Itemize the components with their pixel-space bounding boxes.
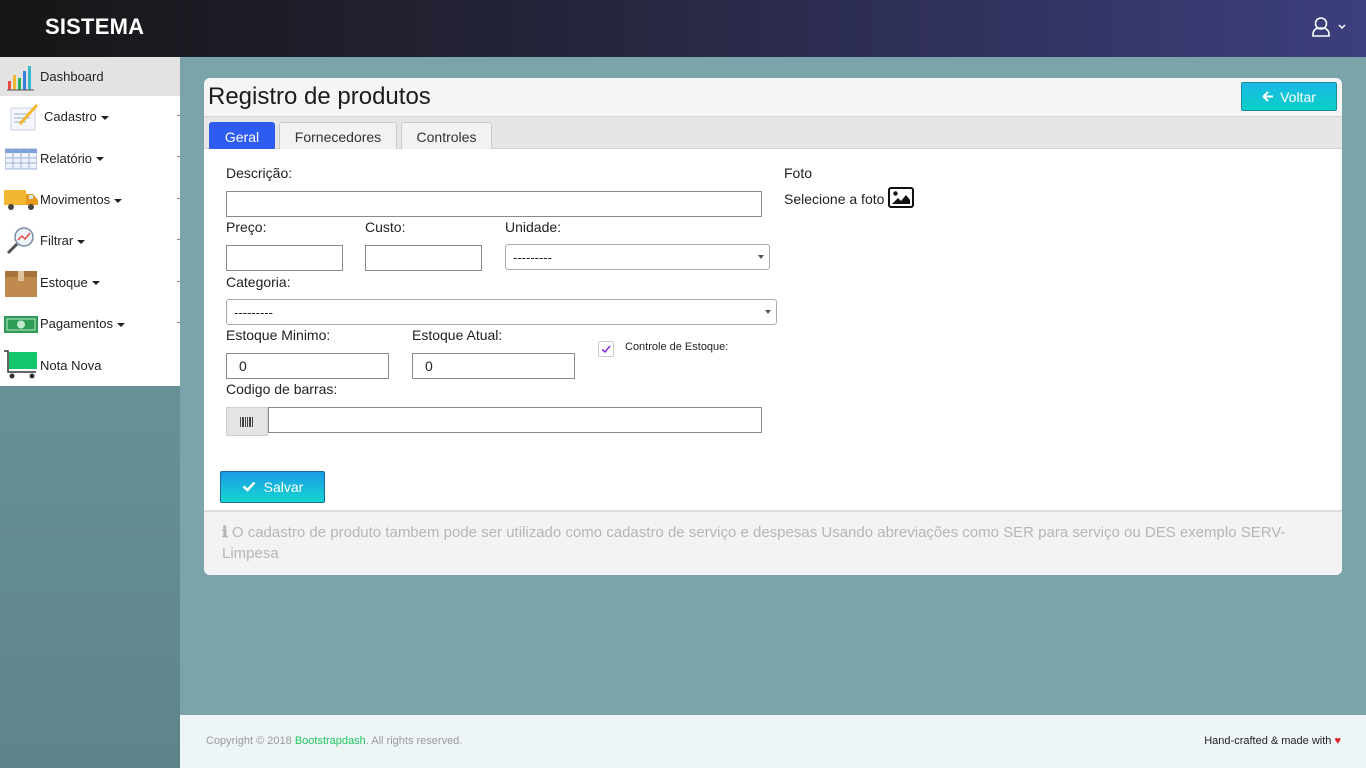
tab-geral[interactable]: Geral (209, 122, 275, 150)
caret-down-icon (117, 322, 125, 327)
tab-fornecedores[interactable]: Fornecedores (279, 122, 397, 150)
unidade-select[interactable]: --------- (505, 244, 770, 270)
sidebar-item-label: Filtrar (40, 233, 86, 248)
categoria-select[interactable]: --------- (226, 299, 777, 325)
controle-estoque-checkbox[interactable] (598, 341, 614, 357)
notepad-icon (6, 102, 42, 132)
photo-select[interactable]: Selecione a foto (784, 187, 915, 211)
tab-controles[interactable]: Controles (401, 122, 492, 150)
sidebar-item-relatorio[interactable]: Relatório (0, 137, 180, 178)
chart-icon (4, 62, 38, 92)
barcode-icon (226, 407, 268, 436)
copyright-text: Copyright © 2018 Bootstrapdash. All righ… (206, 735, 463, 747)
sidebar-item-label: Estoque (40, 275, 100, 290)
sidebar-item-label: Dashboard (40, 69, 104, 84)
user-menu[interactable] (1312, 17, 1346, 37)
categoria-label: Categoria: (226, 274, 291, 290)
descricao-input[interactable] (226, 191, 762, 217)
product-registration-card: Registro de produtos Voltar Geral Fornec… (204, 78, 1342, 575)
sidebar-item-label: Movimentos (40, 192, 123, 207)
sidebar-item-filtrar[interactable]: Filtrar (0, 220, 180, 261)
estoque-minimo-label: Estoque Minimo: (226, 327, 331, 343)
sidebar-item-label: Nota Nova (40, 357, 102, 373)
estoque-atual-input[interactable] (412, 353, 575, 379)
select-arrow-icon (765, 310, 771, 314)
sidebar-item-nota-nova[interactable]: Nota Nova (0, 344, 180, 385)
money-icon (4, 309, 38, 339)
top-navbar: SISTEMA (0, 0, 1366, 57)
info-icon: ℹ (222, 523, 228, 541)
image-icon[interactable] (888, 187, 915, 211)
caret-down-icon (100, 115, 109, 120)
footer-credit: Hand-crafted & made with ♥ (1204, 735, 1341, 747)
caret-down-icon (91, 281, 100, 286)
sidebar: Dashboard Cadastro Relatório Movimentos … (0, 57, 180, 386)
sidebar-item-label: Cadastro (44, 109, 109, 124)
select-arrow-icon (758, 255, 764, 259)
arrow-left-icon (1262, 89, 1274, 105)
save-button[interactable]: Salvar (220, 471, 325, 503)
caret-down-icon (96, 157, 105, 162)
estoque-minimo-input[interactable] (226, 353, 389, 379)
spreadsheet-icon (4, 143, 38, 173)
sidebar-item-dashboard[interactable]: Dashboard (0, 57, 180, 96)
preco-label: Preço: (226, 219, 267, 235)
sidebar-item-pagamentos[interactable]: Pagamentos (0, 303, 180, 344)
sidebar-item-cadastro[interactable]: Cadastro (0, 96, 180, 137)
brand-title[interactable]: SISTEMA (45, 14, 144, 40)
info-footer: ℹ O cadastro de produto tambem pode ser … (204, 510, 1342, 575)
custo-label: Custo: (365, 219, 406, 235)
page-title: Registro de produtos (208, 83, 431, 110)
footer-brand-link[interactable]: Bootstrapdash (295, 735, 366, 747)
truck-icon (4, 184, 38, 214)
box-icon (4, 267, 38, 298)
check-icon (242, 479, 256, 495)
controle-estoque-label: Controle de Estoque: (625, 341, 729, 353)
caret-down-icon (114, 198, 123, 203)
codigo-barras-label: Codigo de barras: (226, 381, 338, 397)
descricao-label: Descrição: (226, 165, 293, 181)
codigo-barras-input[interactable] (268, 407, 762, 433)
heart-icon: ♥ (1334, 735, 1341, 747)
caret-down-icon (77, 239, 86, 244)
sidebar-item-estoque[interactable]: Estoque (0, 262, 180, 303)
sidebar-item-label: Pagamentos (40, 316, 125, 331)
page-footer: Copyright © 2018 Bootstrapdash. All righ… (180, 715, 1366, 768)
custo-input[interactable] (365, 245, 482, 271)
sidebar-item-label: Relatório (40, 151, 105, 166)
preco-input[interactable] (226, 245, 343, 271)
save-button-label: Salvar (263, 479, 304, 495)
foto-label: Foto (784, 165, 813, 181)
unidade-label: Unidade: (505, 219, 562, 235)
user-icon[interactable] (1312, 17, 1330, 37)
sidebar-item-movimentos[interactable]: Movimentos (0, 179, 180, 220)
checkmark-icon (601, 345, 611, 354)
form-body: Descrição: Preço: Custo: Unidade: ------… (204, 149, 1341, 510)
estoque-atual-label: Estoque Atual: (412, 327, 503, 343)
back-button-label: Voltar (1280, 88, 1316, 105)
info-text: ℹ O cadastro de produto tambem pode ser … (222, 523, 1286, 562)
magnifier-chart-icon (4, 226, 38, 256)
cart-icon (4, 350, 38, 380)
tab-bar: Geral Fornecedores Controles (204, 116, 1342, 150)
back-button[interactable]: Voltar (1241, 82, 1337, 111)
chevron-down-icon[interactable] (1338, 24, 1346, 30)
